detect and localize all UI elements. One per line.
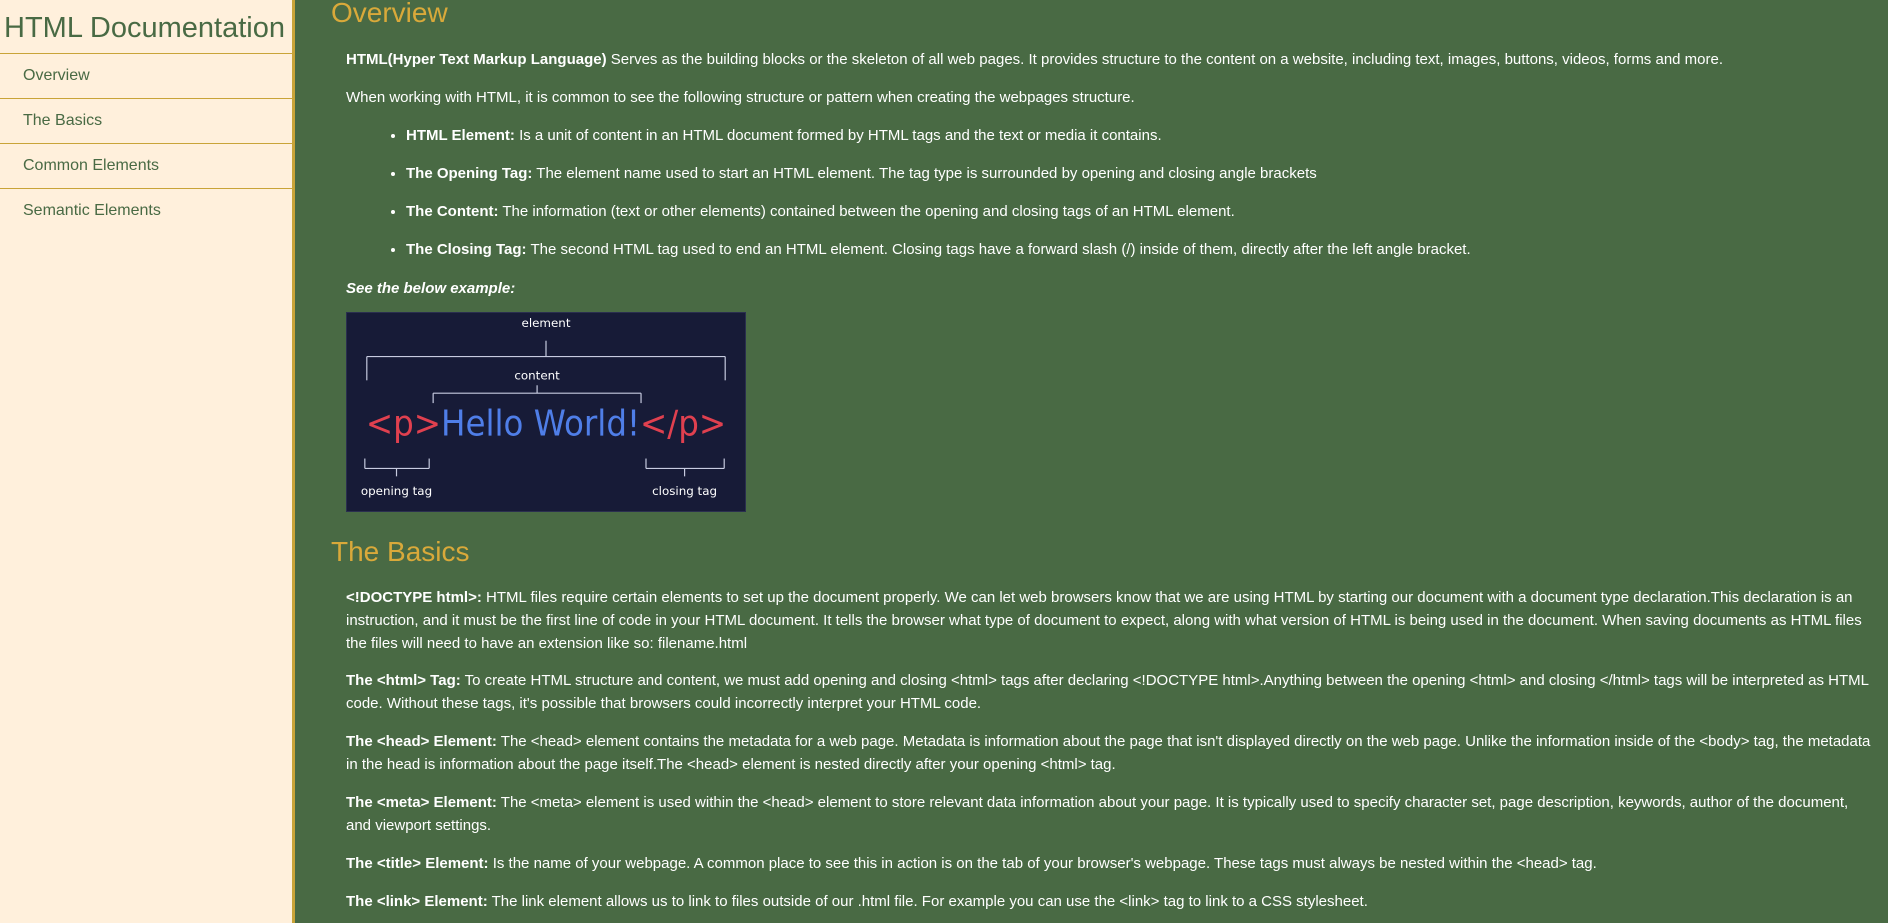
overview-term-list: HTML Element: Is a unit of content in an… bbox=[346, 124, 1871, 261]
nav-link-semantic-elements[interactable]: Semantic Elements bbox=[0, 189, 292, 234]
basics-term: The <link> Element: bbox=[346, 893, 488, 910]
overview-intro: HTML(Hyper Text Markup Language) Serves … bbox=[346, 48, 1871, 71]
diagram-container: element content <p>Hello World!</p> open… bbox=[346, 312, 1871, 512]
basics-text: Is the name of your webpage. A common pl… bbox=[488, 855, 1597, 872]
diagram-tag-brackets bbox=[364, 458, 725, 477]
basics-term: The <head> Element: bbox=[346, 733, 497, 750]
basics-term: The <html> Tag: bbox=[346, 672, 461, 689]
main-content: Overview HTML(Hyper Text Markup Language… bbox=[331, 0, 1871, 913]
basics-paragraph: The <link> Element: The link element all… bbox=[346, 890, 1871, 913]
basics-text: To create HTML structure and content, we… bbox=[346, 672, 1869, 712]
basics-paragraph: The <title> Element: Is the name of your… bbox=[346, 852, 1871, 875]
list-item-text: Is a unit of content in an HTML document… bbox=[514, 127, 1162, 144]
example-label-text: See the below example: bbox=[346, 280, 516, 297]
diagram-closing-tag-label: closing tag bbox=[652, 484, 717, 498]
diagram-content-text: Hello World! bbox=[441, 404, 640, 445]
sidebar-title: HTML Documentation bbox=[0, 0, 292, 54]
overview-intro-text: Serves as the building blocks or the ske… bbox=[606, 51, 1724, 68]
list-item-term: The Opening Tag: bbox=[406, 165, 533, 182]
diagram-content-label: content bbox=[514, 368, 560, 382]
nav-link-the-basics[interactable]: The Basics bbox=[0, 99, 292, 144]
overview-structure-text: When working with HTML, it is common to … bbox=[346, 89, 1135, 106]
basics-text: The <meta> element is used within the <h… bbox=[346, 794, 1849, 834]
html-element-diagram: element content <p>Hello World!</p> open… bbox=[346, 312, 746, 512]
list-item-text: The second HTML tag used to end an HTML … bbox=[526, 241, 1471, 258]
basics-paragraph: The <meta> Element: The <meta> element i… bbox=[346, 791, 1871, 837]
diagram-content-bracket bbox=[432, 385, 642, 404]
list-item: The Content: The information (text or ot… bbox=[406, 200, 1871, 223]
basics-text: The <head> element contains the metadata… bbox=[346, 733, 1871, 773]
list-item-term: HTML Element: bbox=[406, 127, 515, 144]
list-item-term: The Closing Tag: bbox=[406, 241, 527, 258]
basics-paragraph: The <html> Tag: To create HTML structure… bbox=[346, 669, 1871, 715]
basics-paragraph: The <head> Element: The <head> element c… bbox=[346, 730, 1871, 776]
basics-term: The <title> Element: bbox=[346, 855, 489, 872]
list-item: The Opening Tag: The element name used t… bbox=[406, 162, 1871, 185]
example-label: See the below example: bbox=[346, 277, 1871, 300]
diagram-opening-tag-label: opening tag bbox=[361, 484, 432, 498]
section-the-basics: The Basics <!DOCTYPE html>: HTML files r… bbox=[331, 537, 1871, 913]
basics-term: <!DOCTYPE html>: bbox=[346, 589, 482, 606]
list-item-text: The information (text or other elements)… bbox=[498, 203, 1235, 220]
section-title-the-basics: The Basics bbox=[331, 536, 470, 567]
list-item: HTML Element: Is a unit of content in an… bbox=[406, 124, 1871, 147]
nav-link-overview[interactable]: Overview bbox=[0, 54, 292, 99]
basics-text: HTML files require certain elements to s… bbox=[346, 589, 1862, 652]
sidebar-nav: HTML Documentation Overview The Basics C… bbox=[0, 0, 295, 923]
section-title-overview: Overview bbox=[331, 0, 448, 28]
basics-text: The link element allows us to link to fi… bbox=[487, 893, 1368, 910]
list-item-term: The Content: bbox=[406, 203, 499, 220]
diagram-code-line: <p>Hello World!</p> bbox=[366, 404, 726, 445]
diagram-close-tag: </p> bbox=[640, 404, 726, 445]
overview-intro-term: HTML(Hyper Text Markup Language) bbox=[346, 51, 607, 68]
list-item-text: The element name used to start an HTML e… bbox=[532, 165, 1317, 182]
nav-link-common-elements[interactable]: Common Elements bbox=[0, 144, 292, 189]
basics-paragraph: <!DOCTYPE html>: HTML files require cert… bbox=[346, 586, 1871, 655]
diagram-open-tag: <p> bbox=[366, 404, 441, 445]
diagram-element-label: element bbox=[522, 316, 571, 330]
list-item: The Closing Tag: The second HTML tag use… bbox=[406, 238, 1871, 261]
basics-term: The <meta> Element: bbox=[346, 794, 497, 811]
section-overview: Overview HTML(Hyper Text Markup Language… bbox=[331, 0, 1871, 512]
